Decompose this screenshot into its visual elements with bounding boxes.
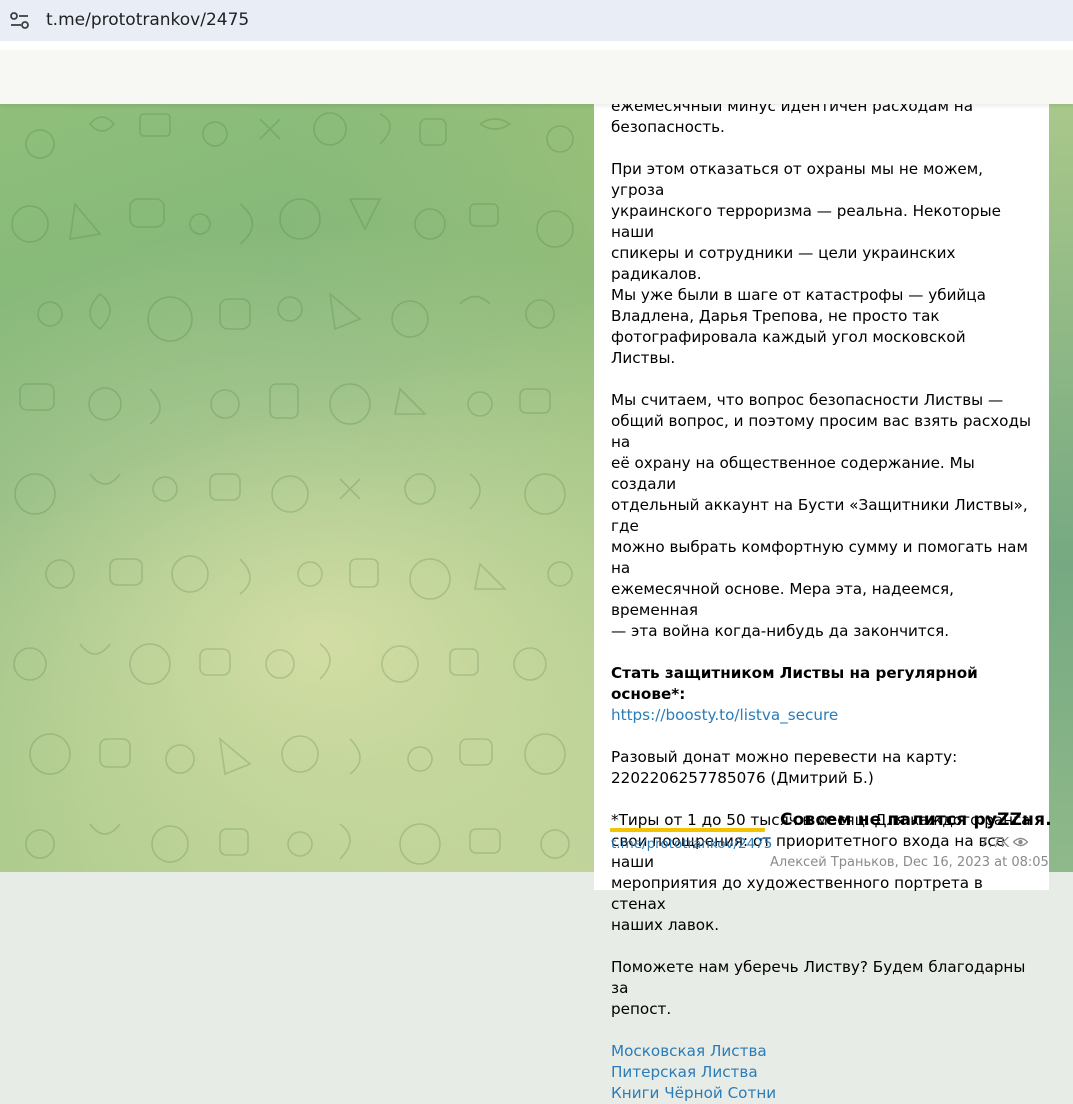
text-line: можно выбрать комфортную сумму и помогат… [611, 538, 1028, 577]
site-settings-icon[interactable] [9, 11, 31, 31]
url-text[interactable]: t.me/prototrankov/2475 [46, 10, 249, 30]
cta-heading: Стать защитником Листвы на регулярной ос… [611, 664, 978, 703]
donate-block: Разовый донат можно перевести на карту: … [611, 747, 1033, 789]
text-line: наших лавок. [611, 916, 720, 934]
repost-block: Поможете нам уберечь Листву? Будем благо… [611, 957, 1033, 1020]
eye-icon [1012, 836, 1029, 851]
text-line: отдельный аккаунт на Бусти «Защитники Ли… [611, 496, 1028, 535]
tag-link-piter[interactable]: Питерская Листва [611, 1062, 1033, 1083]
author-and-date: Алексей Траньков, Dec 16, 2023 at 08:05 [770, 855, 1049, 870]
tag-link-moscow[interactable]: Московская Листва [611, 1041, 1033, 1062]
tag-links: Московская Листва Питерская Листва Книги… [611, 1041, 1033, 1104]
view-counter: 7.7K [980, 836, 1029, 851]
text-line: общий вопрос, и поэтому просим вас взять… [611, 412, 1031, 451]
text-line: При этом отказаться от охраны мы не може… [611, 160, 984, 199]
text-line: спикеры и сотрудники — цели украинских р… [611, 244, 956, 283]
view-count: 7.7K [980, 836, 1010, 851]
text-line: Владлена, Дарья Трепова, не просто так [611, 307, 940, 325]
text-line: Мы уже были в шаге от катастрофы — убийц… [611, 286, 986, 304]
toolbar-separator [0, 41, 1073, 50]
text-line: мероприятия до художественного портрета … [611, 874, 983, 913]
text-line: ежемесячной основе. Мера эта, надеемся, … [611, 580, 954, 619]
text-line: безопасность. [611, 118, 725, 136]
card-number: 2202206257785076 (Дмитрий Б.) [611, 769, 874, 787]
paragraph-3: Мы считаем, что вопрос безопасности Лист… [611, 390, 1033, 642]
text-line: Разовый донат можно перевести на карту: [611, 748, 958, 766]
post-text: ежемесячный минус идентичен расходам на … [611, 96, 1033, 1104]
highlight-underline [610, 828, 765, 832]
channel-post-bubble: ежемесячный минус идентичен расходам на … [594, 90, 1049, 1102]
overlay-caption: Совсем не палится руZZня. [780, 810, 1052, 830]
background-right-edge [1049, 104, 1073, 872]
text-line: её охрану на общественное содержание. Мы… [611, 454, 975, 493]
browser-address-bar: t.me/prototrankov/2475 [0, 0, 1073, 42]
text-line: — эта война когда-нибудь да закончится. [611, 622, 950, 640]
paragraph-2: При этом отказаться от охраны мы не може… [611, 159, 1033, 369]
text-line: Мы считаем, что вопрос безопасности Лист… [611, 391, 1004, 409]
cta-block: Стать защитником Листвы на регулярной ос… [611, 663, 1033, 726]
text-line: репост. [611, 1000, 672, 1018]
doodle-pattern [11, 112, 574, 865]
text-line: Поможете нам уберечь Листву? Будем благо… [611, 958, 1026, 997]
text-line: украинского терроризма — реальна. Некото… [611, 202, 1001, 241]
page-header-bar [0, 50, 1073, 104]
boosty-link[interactable]: https://boosty.to/listva_secure [611, 706, 838, 724]
post-permalink[interactable]: t.me/prototrankov/2475 [611, 836, 772, 852]
tag-link-books[interactable]: Книги Чёрной Сотни [611, 1083, 1033, 1104]
text-line: фотографировала каждый угол московской Л… [611, 328, 966, 367]
